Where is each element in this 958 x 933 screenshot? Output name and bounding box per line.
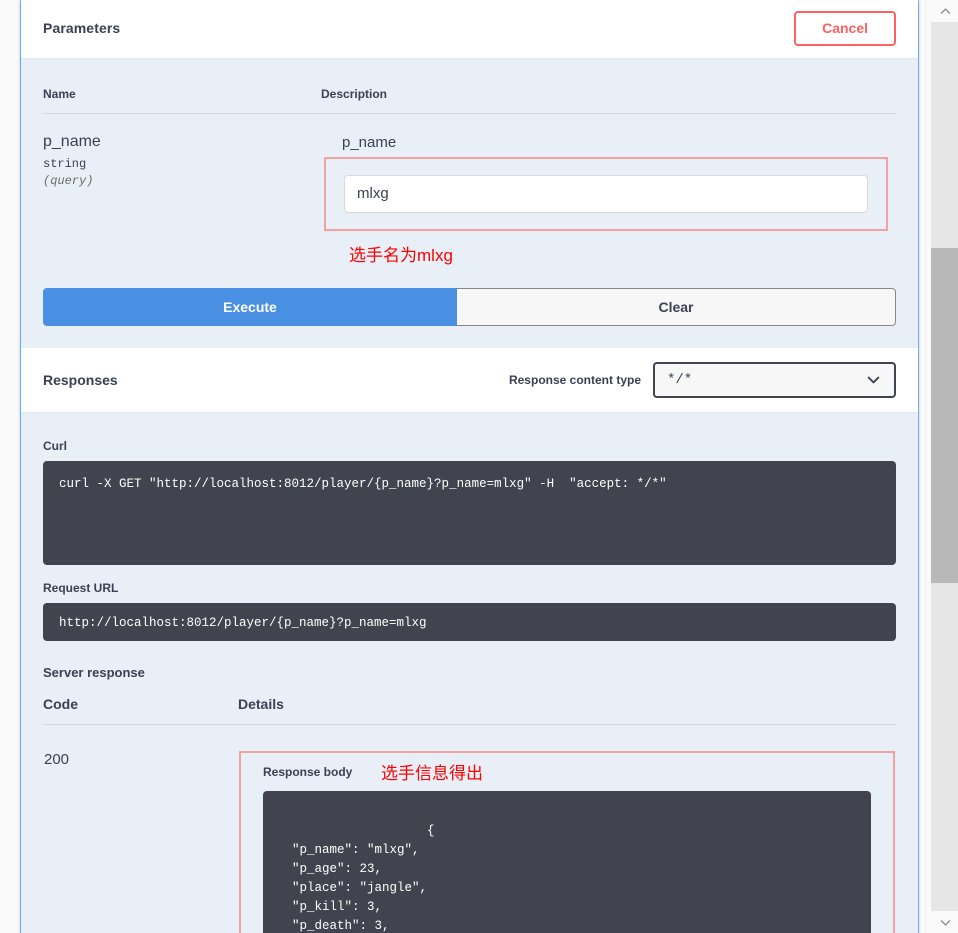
request-url-label: Request URL: [43, 580, 119, 595]
parameters-body: Name Description p_name string (query) p…: [21, 57, 918, 348]
parameters-table-head: Name Description: [43, 58, 896, 114]
swagger-ui-page: Parameters Cancel Name Description p_nam…: [0, 0, 958, 933]
curl-code-block: curl -X GET "http://localhost:8012/playe…: [43, 460, 896, 565]
annotation-text-player-info: 选手信息得出: [381, 763, 483, 783]
annotation-text-player-name: 选手名为mlxg: [349, 245, 453, 265]
parameter-name: p_name: [43, 132, 101, 150]
response-content-type-select[interactable]: */*: [653, 361, 896, 398]
parameters-header: Parameters Cancel: [21, 0, 918, 58]
column-header-code: Code: [43, 685, 238, 725]
content-type-group: Response content type */*: [508, 361, 896, 398]
chevron-down-icon: [867, 373, 880, 386]
content-type-value: */*: [667, 371, 693, 388]
execute-clear-row: Execute Clear: [43, 287, 896, 326]
column-header-details: Details: [238, 685, 896, 725]
operation-block-expanded: Parameters Cancel Name Description p_nam…: [20, 0, 919, 933]
column-header-description: Description: [321, 58, 896, 114]
responses-body: Curl curl -X GET "http://localhost:8012/…: [21, 411, 918, 933]
parameter-name-cell: p_name string (query): [43, 113, 321, 266]
table-row: p_name string (query) p_name 选手名为mlxg: [43, 113, 896, 266]
request-url-block: http://localhost:8012/player/{p_name}?p_…: [43, 602, 896, 641]
parameter-type: string: [43, 156, 87, 171]
response-code-cell: 200: [43, 724, 238, 933]
clear-button[interactable]: Clear: [457, 287, 896, 326]
parameters-table-body: p_name string (query) p_name 选手名为mlxg: [43, 113, 896, 266]
response-body-label: Response body: [263, 764, 353, 779]
scrollbar-thumb[interactable]: [931, 248, 958, 583]
response-body-json: { "p_name": "mlxg", "p_age": 23, "place"…: [292, 823, 435, 933]
cancel-button[interactable]: Cancel: [794, 11, 896, 46]
scroll-up-arrow-icon[interactable]: [931, 0, 958, 22]
vertical-scrollbar[interactable]: [925, 0, 958, 933]
responses-title: Responses: [43, 371, 118, 388]
parameters-table: Name Description p_name string (query) p…: [43, 58, 896, 266]
content-type-label: Response content type: [508, 372, 641, 387]
server-response-table-body: 200 Response body 选手信息得出 { "p_name": "ml…: [43, 724, 896, 933]
server-response-header-row: Code Details: [43, 685, 896, 725]
response-details-cell: Response body 选手信息得出 { "p_name": "mlxg",…: [238, 724, 896, 933]
response-body-code-block: { "p_name": "mlxg", "p_age": 23, "place"…: [263, 790, 871, 933]
scroll-viewport: Parameters Cancel Name Description p_nam…: [0, 0, 925, 933]
response-body-row: Response body: [263, 765, 871, 779]
column-header-name: Name: [43, 58, 321, 114]
parameter-description-label: p_name: [342, 133, 397, 151]
parameter-description-cell: p_name 选手名为mlxg: [321, 113, 896, 266]
table-row: 200 Response body 选手信息得出 { "p_name": "ml…: [43, 724, 896, 933]
scroll-down-arrow-icon[interactable]: [931, 911, 958, 933]
annotation-box-response: Response body 选手信息得出 { "p_name": "mlxg",…: [239, 750, 895, 933]
parameters-title: Parameters: [43, 20, 121, 37]
status-badge: 200: [44, 750, 70, 768]
p-name-input[interactable]: [344, 174, 868, 213]
server-response-table-head: Code Details: [43, 685, 896, 725]
execute-button[interactable]: Execute: [43, 287, 457, 326]
parameter-location: (query): [43, 173, 94, 188]
annotation-box-input: [324, 156, 888, 231]
responses-header: Responses Response content type */*: [21, 347, 918, 412]
parameters-header-row: Name Description: [43, 58, 896, 114]
curl-label: Curl: [43, 438, 67, 453]
server-response-table: Code Details 200 Response body 选手信息得出 {…: [43, 685, 896, 933]
server-response-label: Server response: [43, 664, 145, 680]
